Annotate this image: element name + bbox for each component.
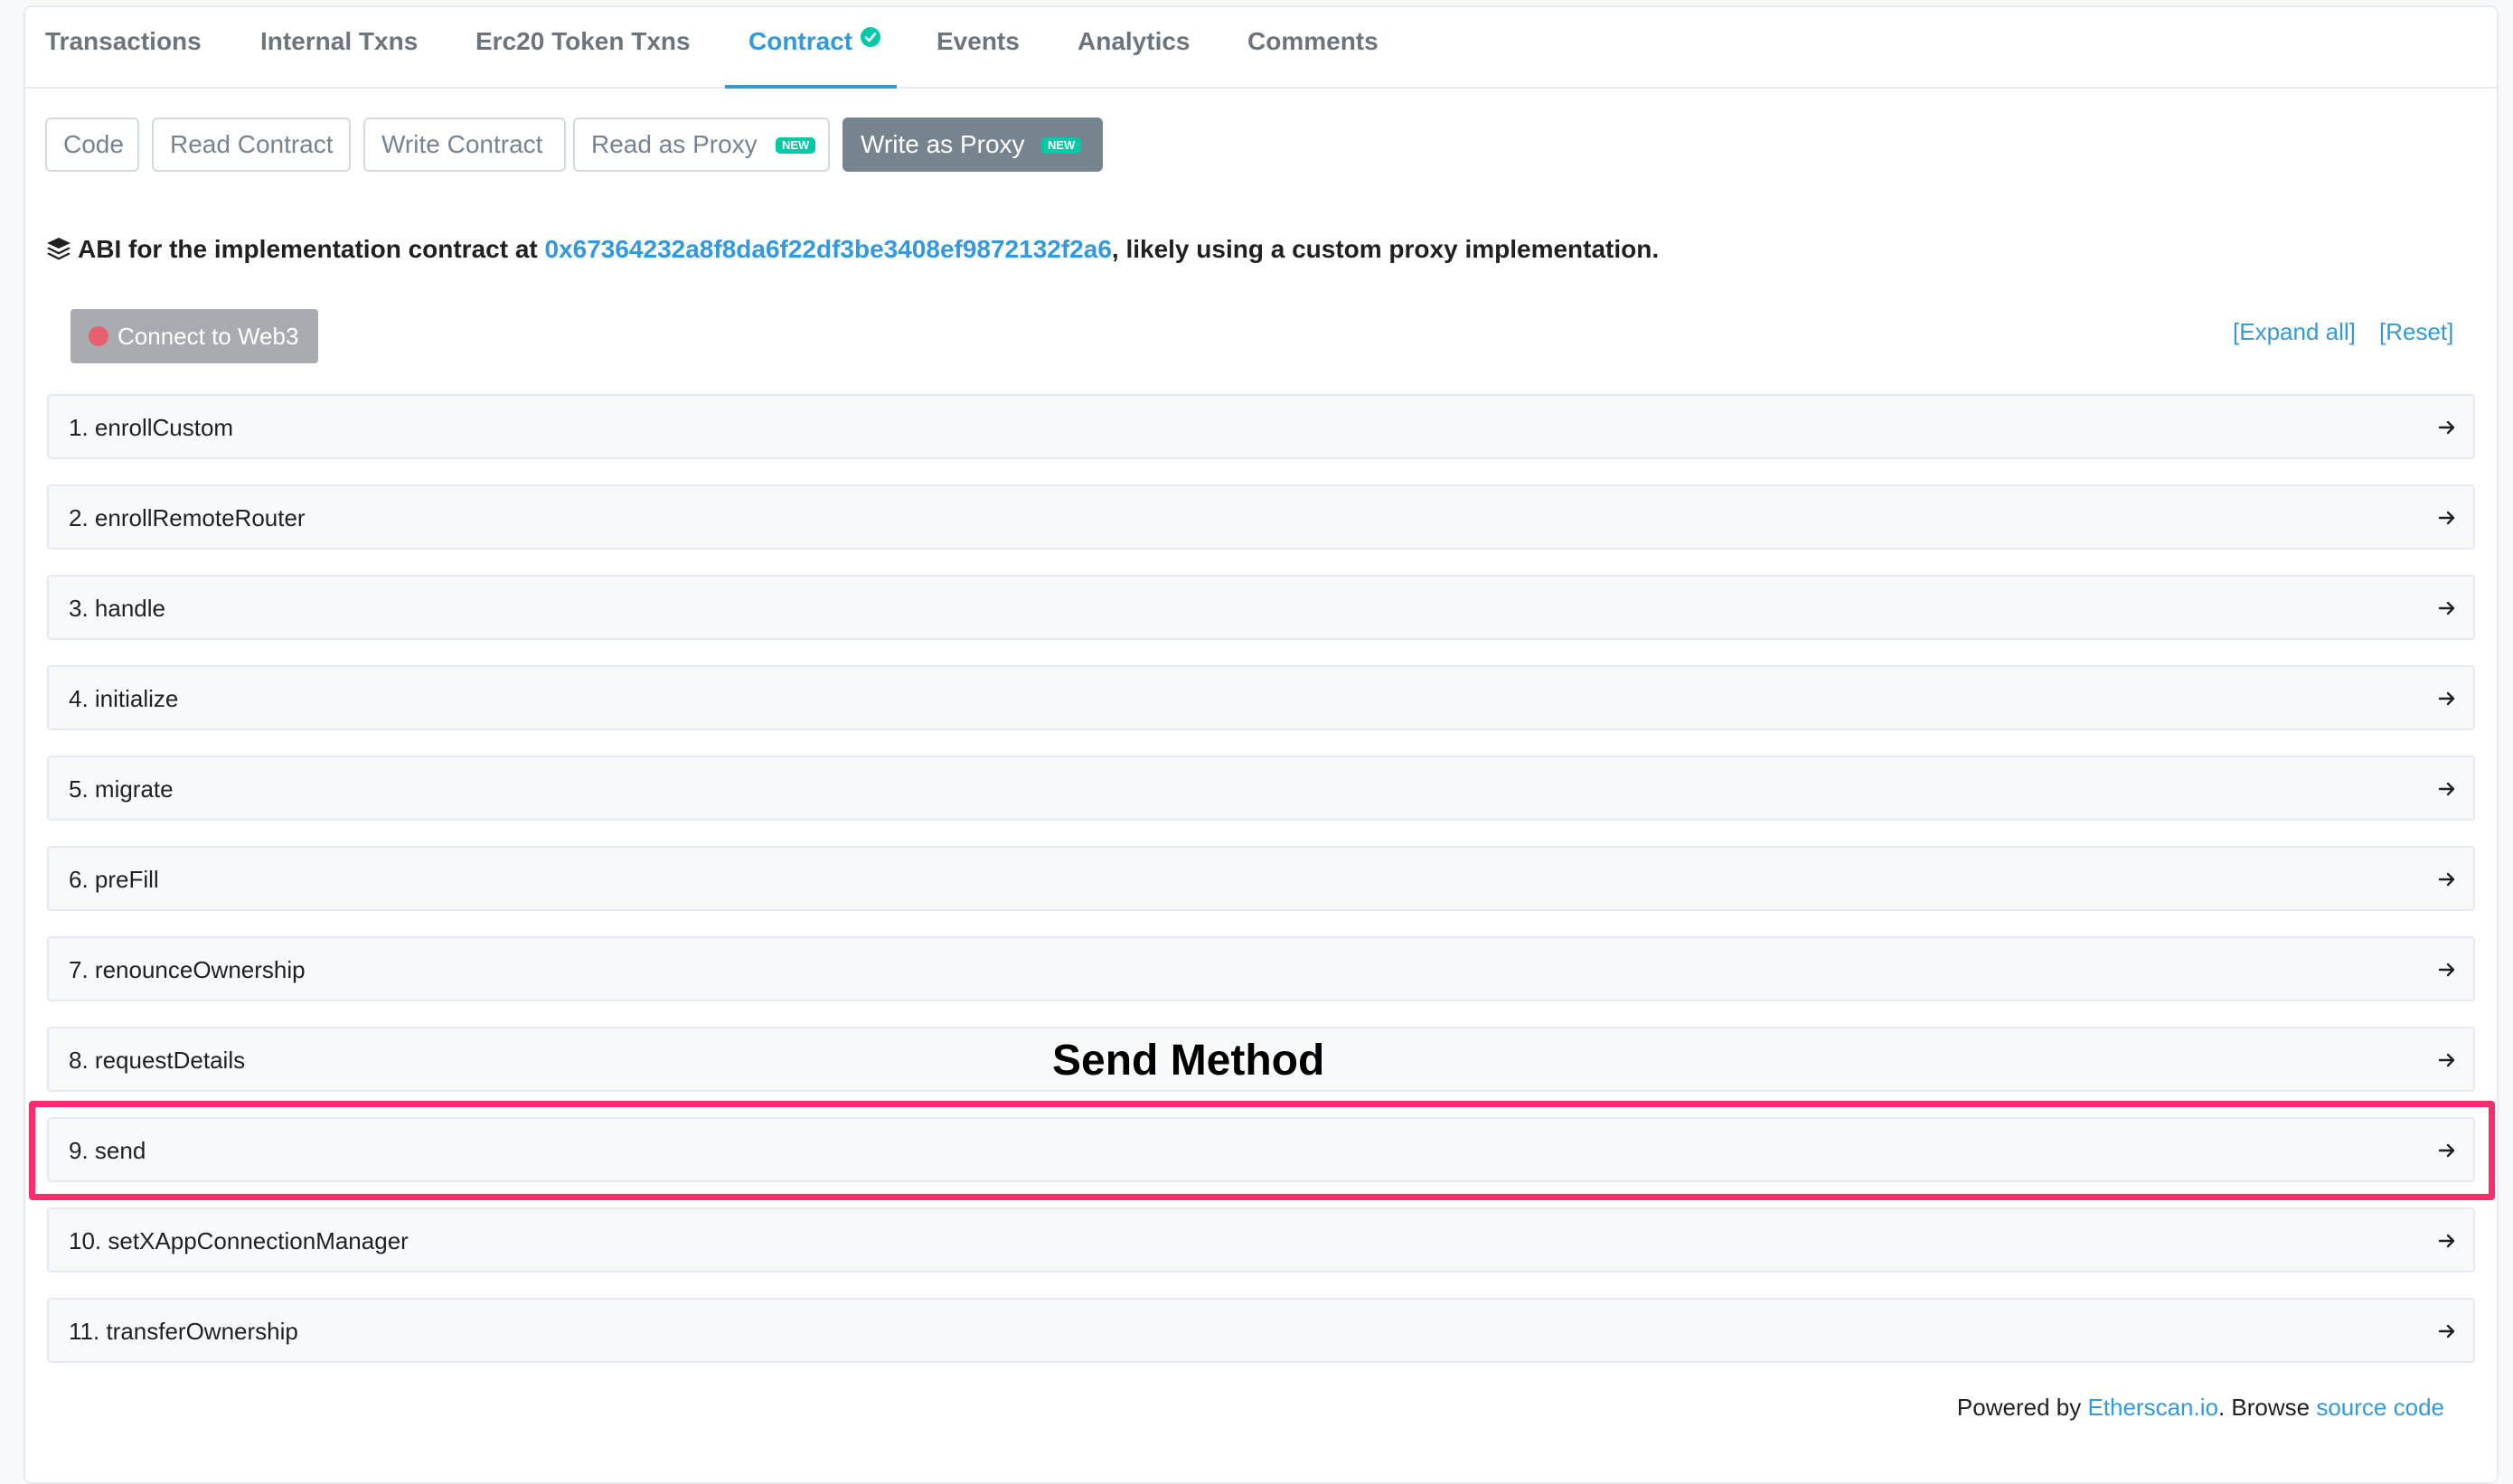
tab-internal-txns[interactable]: Internal Txns	[260, 27, 418, 56]
browse-text: . Browse	[2217, 1394, 2317, 1421]
method-label: 1. enrollCustom	[69, 414, 234, 441]
connect-to-web3-button[interactable]: Connect to Web3	[71, 309, 318, 363]
method-label: 3. handle	[69, 595, 165, 622]
abi-notice: ABI for the implementation contract at 0…	[45, 235, 1659, 264]
contract-card: Transactions Internal Txns Erc20 Token T…	[24, 5, 2499, 1484]
tab-erc20-token-txns[interactable]: Erc20 Token Txns	[475, 27, 691, 56]
subtab-code-label: Code	[63, 130, 124, 158]
method-row[interactable]: 1. enrollCustom	[47, 394, 2475, 459]
arrow-right-icon	[2437, 508, 2457, 528]
abi-suffix: , likely using a custom proxy implementa…	[1111, 235, 1660, 263]
subtab-write-as-proxy[interactable]: Write as Proxy NEW	[842, 117, 1103, 172]
etherscan-link[interactable]: Etherscan.io	[2087, 1394, 2218, 1421]
tab-comments[interactable]: Comments	[1247, 27, 1379, 56]
expand-all-link[interactable]: [Expand all]	[2233, 318, 2356, 346]
subtab-write-as-proxy-label: Write as Proxy	[861, 130, 1025, 158]
subtab-read-contract-label: Read Contract	[170, 130, 334, 158]
arrow-right-icon	[2437, 1321, 2457, 1341]
method-label: 11. transferOwnership	[69, 1318, 298, 1345]
subtab-write-contract-label: Write Contract	[381, 130, 543, 158]
active-tab-indicator	[725, 85, 897, 89]
new-badge: NEW	[776, 137, 816, 154]
arrow-right-icon	[2437, 779, 2457, 799]
abi-prefix: ABI for the implementation contract at	[78, 235, 545, 263]
method-label: 10. setXAppConnectionManager	[69, 1227, 409, 1254]
tab-analytics[interactable]: Analytics	[1078, 27, 1191, 56]
arrow-right-icon	[2437, 598, 2457, 618]
arrow-right-icon	[2437, 1050, 2457, 1070]
arrow-right-icon	[2437, 1231, 2457, 1251]
method-label: 7. renounceOwnership	[69, 956, 306, 983]
tab-events[interactable]: Events	[936, 27, 1020, 56]
method-row[interactable]: 5. migrate	[47, 756, 2475, 821]
reset-link[interactable]: [Reset]	[2379, 318, 2453, 346]
method-row[interactable]: 2. enrollRemoteRouter	[47, 484, 2475, 549]
arrow-right-icon	[2437, 689, 2457, 709]
subtab-read-as-proxy[interactable]: Read as Proxy NEW	[573, 117, 830, 172]
verified-check-icon	[861, 27, 880, 47]
tab-contract[interactable]: Contract	[748, 27, 852, 56]
arrow-right-icon	[2437, 418, 2457, 437]
send-method-annotation: Send Method	[1052, 1037, 1325, 1085]
source-code-link[interactable]: source code	[2316, 1394, 2444, 1421]
arrow-right-icon	[2437, 960, 2457, 980]
subtab-read-contract[interactable]: Read Contract	[152, 117, 351, 172]
method-label: 5. migrate	[69, 775, 174, 803]
method-row[interactable]: 3. handle	[47, 575, 2475, 640]
method-row[interactable]: 6. preFill	[47, 846, 2475, 911]
subtab-read-as-proxy-label: Read as Proxy	[591, 130, 758, 158]
method-label: 4. initialize	[69, 685, 179, 712]
footer-credit: Powered by Etherscan.io. Browse source c…	[1957, 1394, 2444, 1422]
method-label: 2. enrollRemoteRouter	[69, 504, 306, 531]
method-row[interactable]: 10. setXAppConnectionManager	[47, 1207, 2475, 1273]
connect-button-label: Connect to Web3	[118, 323, 299, 350]
method-row[interactable]: 7. renounceOwnership	[47, 936, 2475, 1001]
method-row[interactable]: 4. initialize	[47, 665, 2475, 730]
send-highlight-box	[29, 1101, 2495, 1200]
implementation-address-link[interactable]: 0x67364232a8f8da6f22df3be3408ef9872132f2…	[545, 235, 1112, 263]
method-label: 8. requestDetails	[69, 1047, 246, 1074]
layers-icon	[45, 236, 72, 261]
subtab-code[interactable]: Code	[45, 117, 139, 172]
disconnected-status-icon	[89, 326, 108, 346]
subtab-write-contract[interactable]: Write Contract	[363, 117, 566, 172]
tab-bar: Transactions Internal Txns Erc20 Token T…	[25, 7, 2497, 89]
new-badge: NEW	[1041, 137, 1082, 154]
method-label: 6. preFill	[69, 866, 159, 893]
method-row[interactable]: 11. transferOwnership	[47, 1298, 2475, 1363]
tab-transactions[interactable]: Transactions	[45, 27, 202, 56]
arrow-right-icon	[2437, 869, 2457, 889]
powered-by-text: Powered by	[1956, 1394, 2088, 1421]
